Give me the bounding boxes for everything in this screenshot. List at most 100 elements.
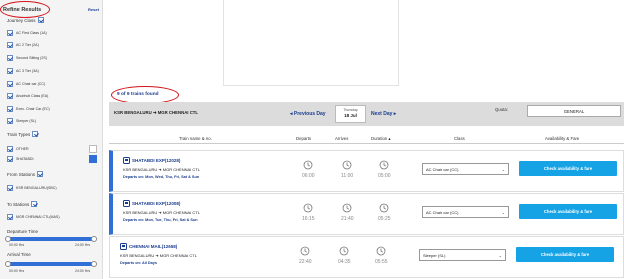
depart-time: 16:15: [302, 216, 315, 222]
train-types-heading[interactable]: Train Types: [7, 131, 39, 137]
departure-time-slider[interactable]: [5, 236, 97, 242]
class-option-2s[interactable]: Second Sitting (2S): [7, 55, 47, 61]
checkbox[interactable]: [7, 118, 13, 124]
header-train: Train name & no.: [179, 136, 212, 141]
option-label: OTHER: [16, 147, 29, 151]
arrival-from: 00:00 Hrs: [9, 269, 25, 273]
from-station-option[interactable]: KSR BENGALURU(SBC): [7, 185, 57, 191]
train-route: KSR BENGALURU ➜ MGR CHENNAI CTL: [123, 210, 200, 215]
option-label: Exec. Chair Car (EC): [16, 107, 50, 111]
next-day-link[interactable]: Next Day ▸: [371, 111, 396, 117]
checkbox[interactable]: [7, 81, 13, 87]
class-value: AC Chair car (CC): [426, 167, 459, 172]
checkbox[interactable]: [7, 156, 13, 162]
current-date: Thursday 18 Jul: [335, 105, 366, 123]
duration: 05:00: [378, 173, 391, 179]
class-option-3a[interactable]: AC 3 Tier (3A): [7, 68, 39, 74]
clock-icon: [342, 200, 353, 213]
to-station-option[interactable]: MGR CHENNAI CTL(MAS): [7, 214, 60, 220]
header-arrives[interactable]: Arrives: [335, 136, 348, 141]
check-availability-button[interactable]: Check availability & fare: [516, 247, 614, 262]
arrive-time: 04:35: [338, 259, 351, 265]
checkbox[interactable]: [7, 185, 13, 191]
train-type-other[interactable]: OTHER: [7, 146, 29, 152]
train-types-checkbox[interactable]: [32, 131, 39, 137]
checkbox[interactable]: [7, 30, 13, 36]
class-option-ec[interactable]: Exec. Chair Car (EC): [7, 106, 50, 112]
train-row[interactable]: SHATABDI EXP(12008) KSR BENGALURU ➜ MGR …: [109, 193, 624, 235]
class-option-1a[interactable]: AC First Class (1A): [7, 30, 47, 36]
previous-day-link[interactable]: ◂ Previous Day: [290, 111, 326, 117]
checkbox[interactable]: [7, 106, 13, 112]
option-label: AC Chair car (CC): [16, 82, 46, 86]
class-select[interactable]: AC Chair car (CC) ⌄: [422, 206, 509, 218]
journey-class-label: Journey Class: [7, 17, 36, 23]
train-name[interactable]: SHATABDI EXP(12008): [132, 201, 180, 206]
train-days: Departs on: Mon, Wed, Thu, Fri, Sat & Su…: [123, 175, 200, 179]
option-label: MGR CHENNAI CTL(MAS): [16, 215, 60, 219]
arrive-time: 21:40: [341, 216, 354, 222]
check-availability-button[interactable]: Check availability & fare: [519, 161, 617, 176]
train-row[interactable]: CHENNAI MAIL(12658) KSR BENGALURU ➜ MGR …: [109, 236, 624, 278]
departure-to: 24:00 Hrs: [75, 243, 91, 247]
checkbox[interactable]: [7, 214, 13, 220]
checkbox[interactable]: [7, 68, 13, 74]
slider-start-handle[interactable]: [5, 236, 11, 242]
date-value: 18 Jul: [344, 113, 357, 118]
results-panel: 9 of 9 trains found KSR BENGALURU ➜ MGR …: [109, 0, 624, 279]
class-option-2a[interactable]: AC 2 Tier (2A): [7, 42, 39, 48]
class-option-cc[interactable]: AC Chair car (CC): [7, 81, 45, 87]
arrival-time-label: Arrival Time: [7, 252, 31, 257]
clock-icon: [300, 243, 311, 256]
depart-time: 06:00: [302, 173, 315, 179]
banner-placeholder: [223, 0, 399, 86]
clock-icon: [303, 200, 314, 213]
train-row[interactable]: SHATABDI EXP(12028) KSR BENGALURU ➜ MGR …: [109, 150, 624, 192]
train-type-shatabdi[interactable]: SHATABDI: [7, 156, 33, 162]
header-class: Class: [454, 136, 465, 141]
class-select[interactable]: Sleeper (SL) ⌄: [419, 249, 506, 261]
checkbox[interactable]: [7, 42, 13, 48]
train-icon: [123, 200, 130, 207]
option-label: AC First Class (1A): [16, 31, 47, 35]
date-weekday: Thursday: [343, 108, 358, 112]
quota-label: Quota:: [495, 107, 508, 112]
class-option-sl[interactable]: Sleeper (SL): [7, 118, 36, 124]
class-option-ea[interactable]: Anubhuti Class (EA): [7, 93, 48, 99]
class-value: Sleeper (SL): [423, 253, 446, 258]
option-label: Anubhuti Class (EA): [16, 94, 49, 98]
from-stations-checkbox[interactable]: [37, 171, 44, 177]
header-duration[interactable]: Duration ▴: [371, 136, 391, 142]
checkbox[interactable]: [7, 93, 13, 99]
train-route: KSR BENGALURU ➜ MGR CHENNAI CTL: [123, 167, 200, 172]
to-stations-label: To Stations: [7, 201, 30, 207]
quota-select[interactable]: GENERAL: [527, 105, 621, 117]
refine-sidebar: Refine Results Reset Journey Class AC Fi…: [0, 0, 103, 279]
check-availability-button[interactable]: Check availability & fare: [519, 204, 617, 219]
slider-end-handle[interactable]: [91, 261, 97, 267]
journey-class-heading[interactable]: Journey Class: [7, 17, 44, 23]
checkbox[interactable]: [7, 146, 13, 152]
previous-day-label: Previous Day: [293, 111, 326, 117]
slider-end-handle[interactable]: [91, 236, 97, 242]
class-select[interactable]: AC Chair car (CC) ⌄: [422, 163, 509, 175]
to-stations-checkbox[interactable]: [31, 201, 38, 207]
chevron-down-icon: ⌄: [501, 167, 505, 172]
reset-link[interactable]: Reset: [88, 7, 99, 12]
chevron-down-icon: ⌄: [498, 253, 502, 258]
divider: [109, 143, 624, 144]
journey-class-checkbox[interactable]: [37, 17, 44, 23]
slider-start-handle[interactable]: [5, 261, 11, 267]
option-label: SHATABDI: [16, 157, 34, 161]
to-stations-heading[interactable]: To Stations: [7, 201, 38, 207]
from-stations-heading[interactable]: From Stations: [7, 171, 44, 177]
route-bar: KSR BENGALURU ➜ MGR CHENNAI CTL ◂ Previo…: [109, 102, 624, 126]
checkbox[interactable]: [7, 55, 13, 61]
train-name[interactable]: CHENNAI MAIL(12658): [129, 244, 177, 249]
clock-icon: [379, 157, 390, 170]
train-name[interactable]: SHATABDI EXP(12028): [132, 158, 180, 163]
header-departs[interactable]: Departs: [296, 136, 311, 141]
duration: 05:55: [375, 259, 388, 265]
option-label: AC 2 Tier (2A): [16, 43, 39, 47]
arrival-time-slider[interactable]: [5, 261, 97, 267]
